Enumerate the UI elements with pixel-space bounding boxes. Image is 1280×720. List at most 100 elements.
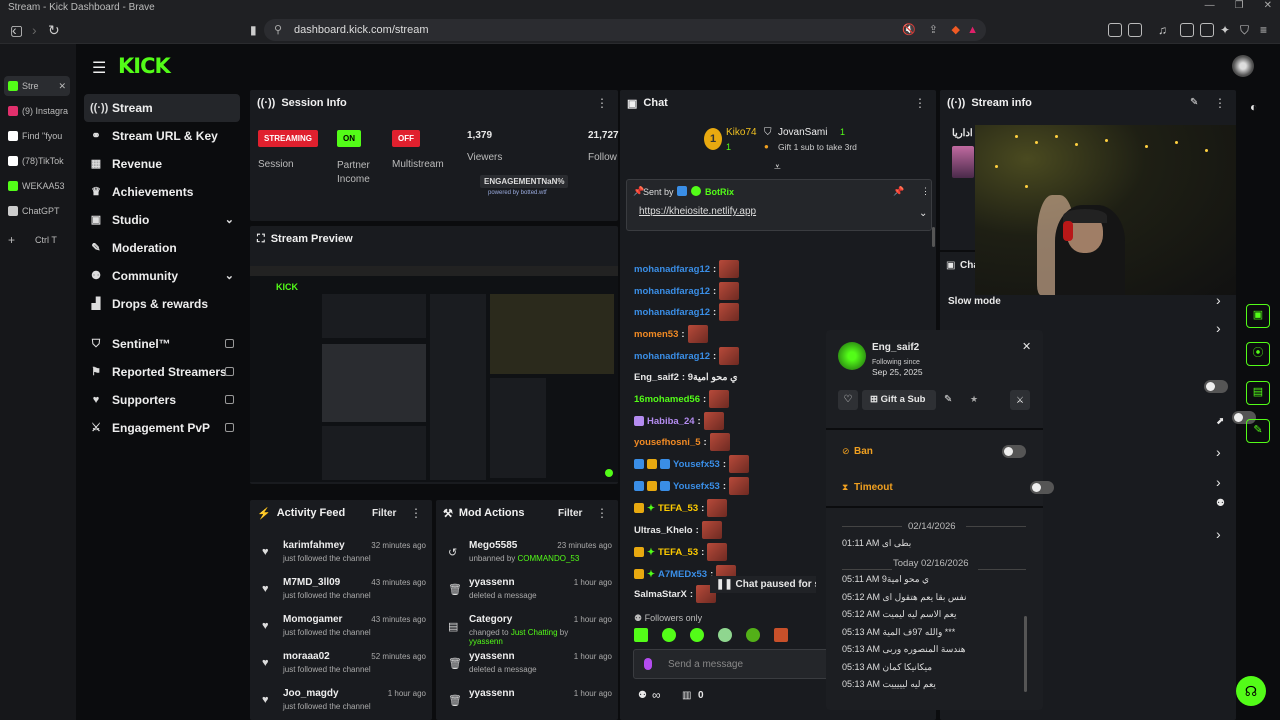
chat-message[interactable]: mohanadfarag12:: [634, 282, 740, 300]
chat-message[interactable]: SalmaStarX:: [634, 585, 716, 603]
popover-username[interactable]: Eng_saif2: [872, 342, 919, 353]
pinned-link[interactable]: https://kheiosite.netlify.app: [639, 206, 756, 217]
mod-action-row[interactable]: ▤ Category changed to Just Chatting by yyas…: [444, 610, 612, 646]
chat-message[interactable]: Yousefx53:: [634, 477, 749, 495]
more-options-icon[interactable]: ⋮: [914, 96, 926, 110]
chat-message[interactable]: Habiba_24:: [634, 412, 724, 430]
share-icon[interactable]: ⇪: [929, 19, 938, 41]
mod-action-row[interactable]: ↺ Mego5585 unbanned by COMMANDO_53 23 minut…: [444, 536, 612, 572]
mod-category[interactable]: Just Chatting: [511, 628, 558, 637]
gifter-1[interactable]: Kiko74: [726, 127, 757, 138]
reload-icon[interactable]: ↻: [48, 22, 60, 38]
chat-rail-icon[interactable]: ▣: [1246, 304, 1270, 328]
hamburger-menu-icon[interactable]: ☰: [92, 58, 106, 78]
extensions-icon[interactable]: [1108, 23, 1122, 37]
gift-prompt[interactable]: Gift 1 sub to take 3rd: [778, 142, 857, 152]
support-headset-icon[interactable]: ☊: [1236, 676, 1266, 706]
nav-item-stream[interactable]: ((·)) Stream: [84, 94, 240, 122]
unpin-icon[interactable]: 📌: [893, 186, 904, 197]
nav-item-reported-streamers[interactable]: ⚑ Reported Streamers: [84, 358, 240, 386]
nav-item-achievements[interactable]: ♛ Achievements: [84, 178, 240, 206]
community-icon[interactable]: ⚉: [638, 690, 647, 701]
chat-username[interactable]: Ultras_Khelo: [634, 525, 693, 536]
pin-icon[interactable]: ✎: [944, 394, 952, 405]
setting-chevron-icon[interactable]: ›: [1216, 320, 1221, 336]
setting-chevron-4-icon[interactable]: ›: [1216, 526, 1221, 542]
mic-icon[interactable]: [644, 658, 652, 670]
chat-username[interactable]: 16mohamed56: [634, 394, 700, 405]
chevron-down-icon[interactable]: ⌄: [225, 269, 234, 282]
back-arrow-icon[interactable]: ‹: [12, 22, 17, 38]
brave-shield-icon[interactable]: ◆: [952, 19, 960, 41]
chat-message[interactable]: Ultras_Khelo:: [634, 521, 722, 539]
mod-actor[interactable]: yyassenn: [469, 637, 503, 646]
ban-toggle[interactable]: [1002, 445, 1026, 458]
chat-message[interactable]: ✦ TEFA_53:: [634, 499, 728, 517]
kick-logo[interactable]: KICK: [118, 54, 171, 78]
address-bar[interactable]: ⚲ dashboard.kick.com/stream 🔇 ⇪ ◆ ▲: [264, 19, 986, 41]
menu-icon[interactable]: ≡: [1260, 22, 1267, 38]
pinned-by-user[interactable]: BotRix: [705, 187, 734, 197]
browser-tab[interactable]: (78)TikTok: [4, 151, 70, 171]
chat-username[interactable]: Eng_saif2: [634, 372, 679, 383]
bookmark-icon[interactable]: ▮: [250, 22, 257, 38]
browser-tab[interactable]: Find "fyou: [4, 126, 70, 146]
mod-action-row[interactable]: 🗑 yyassenn deleted a message 1 hour ago: [444, 573, 612, 609]
chat-message[interactable]: yousefhosni_5:: [634, 433, 730, 451]
edit-icon[interactable]: ✎: [1190, 97, 1198, 108]
nav-item-studio[interactable]: ▣ Studio ⌄: [84, 206, 240, 234]
chat-message[interactable]: mohanadfarag12:: [634, 260, 740, 278]
close-icon[interactable]: ✕: [1264, 0, 1272, 16]
mod-action-row[interactable]: 🗑 yyassenn deleted a message 1 hour ago: [444, 647, 612, 683]
emote-3-icon[interactable]: [690, 628, 704, 642]
collapse-icon[interactable]: ⩡: [774, 160, 781, 175]
forward-icon[interactable]: ›: [32, 22, 37, 38]
activity-row[interactable]: ♥ M7MD_3ll09 just followed the channel 43 m…: [258, 573, 426, 609]
dark-mode-icon[interactable]: ◐: [1250, 100, 1257, 114]
emote-1-icon[interactable]: [634, 628, 648, 642]
nav-item-community[interactable]: ⚉ Community ⌄: [84, 262, 240, 290]
follow-heart-icon[interactable]: ♡: [838, 390, 858, 410]
emote-2-icon[interactable]: [662, 628, 676, 642]
broadcast-rail-icon[interactable]: ⦿: [1246, 342, 1270, 366]
nav-item-supporters[interactable]: ♥ Supporters: [84, 386, 240, 414]
expand-chevron-icon[interactable]: ⌄: [919, 208, 927, 219]
new-tab-button[interactable]: + Ctrl T: [4, 230, 70, 250]
wallet-icon[interactable]: [1200, 23, 1214, 37]
chat-message[interactable]: 16mohamed56:: [634, 390, 730, 408]
category-thumbnail[interactable]: [952, 146, 974, 178]
gifter-2[interactable]: JovanSami: [778, 127, 827, 138]
mod-subject[interactable]: yyassenn: [469, 577, 515, 588]
chat-paused-notice[interactable]: ❚❚ Chat paused for scr: [710, 576, 816, 593]
chat-message[interactable]: mohanadfarag12:: [634, 347, 740, 365]
user-avatar[interactable]: [1232, 55, 1254, 77]
mod-sword-icon[interactable]: ⚔: [1010, 390, 1030, 410]
emote-6-icon[interactable]: [774, 628, 788, 642]
setting-toggle-1[interactable]: [1204, 380, 1228, 393]
activity-user[interactable]: karimfahmey: [283, 540, 345, 551]
maximize-icon[interactable]: ❐: [1235, 0, 1244, 16]
more-options-icon[interactable]: ⋮: [596, 96, 608, 110]
activity-row[interactable]: ♥ karimfahmey just followed the channel 32 …: [258, 536, 426, 572]
more-options-icon[interactable]: ⋮: [596, 506, 608, 520]
emote-5-icon[interactable]: [746, 628, 760, 642]
activity-user[interactable]: Joo_magdy: [283, 688, 339, 699]
activity-row[interactable]: ♥ moraaa02 just followed the channel 52 min…: [258, 647, 426, 683]
layout-rail-icon[interactable]: ▤: [1246, 381, 1270, 405]
chat-username[interactable]: SalmaStarX: [634, 589, 687, 600]
activity-user[interactable]: moraaa02: [283, 651, 330, 662]
history-scrollbar[interactable]: [1024, 616, 1027, 692]
mod-subject[interactable]: yyassenn: [469, 688, 515, 699]
pinned-message[interactable]: 📌 Sent by BotRix https://kheiosite.netli…: [626, 179, 932, 231]
chat-username[interactable]: mohanadfarag12: [634, 351, 710, 362]
nav-item-drops-rewards[interactable]: ▟ Drops & rewards: [84, 290, 240, 318]
browser-tab[interactable]: ChatGPT: [4, 201, 70, 221]
activity-filter-button[interactable]: Filter: [372, 508, 396, 519]
activity-user[interactable]: M7MD_3ll09: [283, 577, 340, 588]
setting-chevron-3-icon[interactable]: ›: [1216, 474, 1221, 490]
mod-filter-button[interactable]: Filter: [558, 508, 582, 519]
screenshot-icon[interactable]: [1128, 23, 1142, 37]
nav-item-sentinel[interactable]: ⛉ Sentinel™: [84, 330, 240, 358]
more-options-icon[interactable]: ⋮: [1214, 96, 1226, 110]
chat-scrollbar[interactable]: [932, 227, 935, 247]
